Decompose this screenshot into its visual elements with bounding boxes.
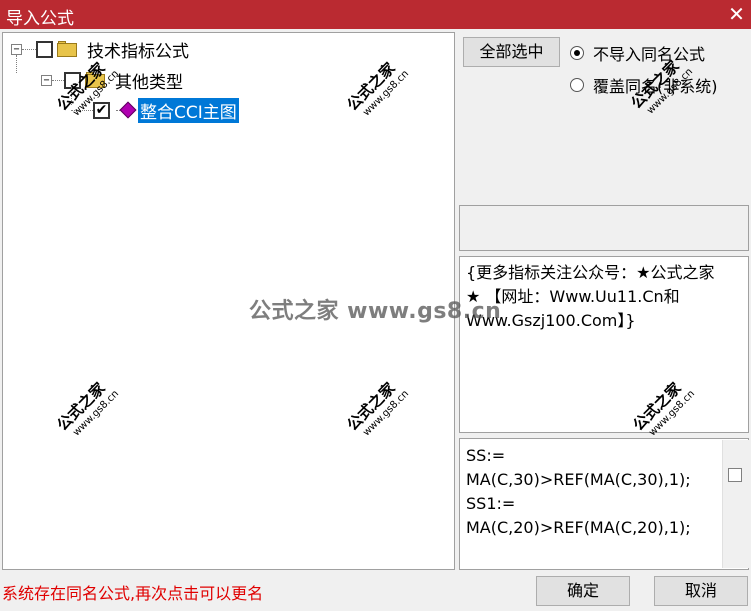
code-panel[interactable]: SS:= MA(C,30)>REF(MA(C,30),1); SS1:= MA(… (459, 438, 749, 570)
code-option-checkbox[interactable] (728, 468, 742, 482)
status-message[interactable]: 系统存在同名公式,再次点击可以更名 (2, 580, 263, 604)
root-checkbox[interactable] (36, 40, 53, 58)
code-text: SS:= MA(C,30)>REF(MA(C,30),1); SS1:= MA(… (466, 446, 691, 537)
tree-connector (16, 55, 17, 73)
item-checkbox[interactable]: ✔ (93, 101, 110, 119)
gem-icon (119, 101, 137, 119)
watermark-center: 公式之家 www.gs8.cn (249, 299, 502, 324)
radio-button[interactable] (570, 46, 584, 60)
radio-label: 不导入同名公式 (593, 45, 706, 64)
radio-no-import[interactable]: 不导入同名公式 (570, 41, 705, 65)
tree-label-item[interactable]: 整合CCI主图 (138, 97, 239, 123)
expander-collapse-icon[interactable]: − (11, 43, 22, 55)
ok-button[interactable]: 确定 (536, 576, 630, 606)
cancel-button[interactable]: 取消 (654, 576, 748, 606)
radio-button[interactable] (570, 78, 584, 92)
description-panel: {更多指标关注公众号：★公式之家★ 【网址：Www.Uu11.Cn和Www.Gs… (459, 256, 749, 433)
close-icon[interactable]: ✕ (722, 0, 751, 29)
folder-icon (57, 41, 77, 57)
expander-collapse-icon[interactable]: − (41, 74, 52, 86)
tree-connector (22, 48, 36, 50)
tree-node-item[interactable]: ✔ 整合CCI主图 (71, 97, 239, 123)
window-title: 导入公式 (6, 9, 74, 29)
description-text: {更多指标关注公众号：★公式之家★ 【网址：Www.Uu11.Cn和Www.Gs… (466, 263, 715, 330)
info-panel (459, 205, 749, 251)
code-scrollbar[interactable] (722, 440, 749, 568)
title-bar: 导入公式 ✕ (0, 0, 751, 29)
select-all-button[interactable]: 全部选中 (463, 37, 560, 67)
tree-connector (52, 79, 64, 81)
tree-label-group[interactable]: 其他类型 (113, 68, 185, 93)
